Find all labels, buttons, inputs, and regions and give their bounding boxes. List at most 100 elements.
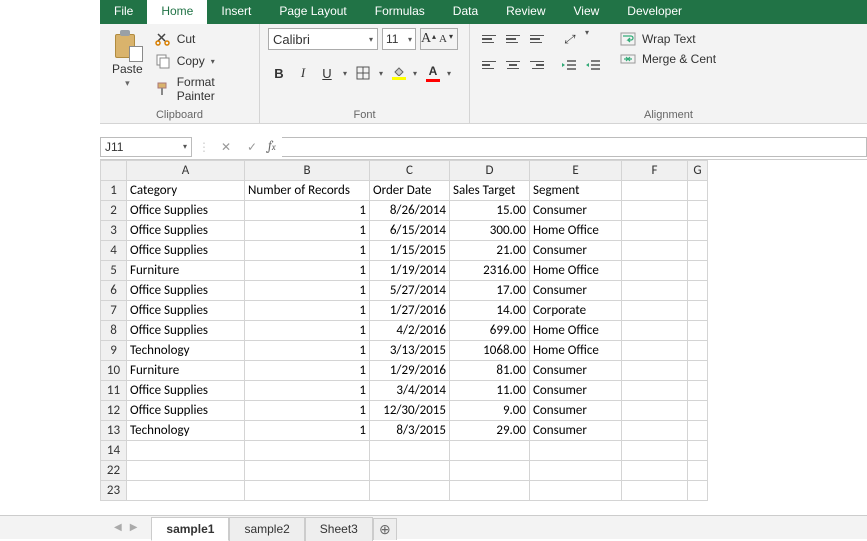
cell[interactable]: 1 (245, 361, 370, 381)
cell[interactable]: Office Supplies (127, 401, 245, 421)
cell[interactable]: 1/19/2014 (370, 261, 450, 281)
cut-button[interactable]: Cut (153, 30, 251, 48)
cell[interactable]: Office Supplies (127, 281, 245, 301)
cell[interactable] (622, 281, 688, 301)
cell[interactable]: Office Supplies (127, 241, 245, 261)
cell[interactable] (622, 461, 688, 481)
cell[interactable]: 1/15/2015 (370, 241, 450, 261)
fx-icon[interactable]: fx (268, 139, 276, 154)
cell[interactable]: 29.00 (450, 421, 530, 441)
row-header[interactable]: 5 (101, 261, 127, 281)
cell[interactable] (127, 481, 245, 501)
merge-center-button[interactable]: Merge & Cent (620, 52, 716, 66)
row-header[interactable]: 4 (101, 241, 127, 261)
cell[interactable] (127, 461, 245, 481)
cell[interactable] (688, 221, 708, 241)
borders-dropdown[interactable]: ▾ (376, 69, 386, 78)
cell[interactable]: Office Supplies (127, 381, 245, 401)
enter-formula-button[interactable]: ✓ (242, 140, 262, 154)
column-header[interactable]: C (370, 161, 450, 181)
row-header[interactable]: 13 (101, 421, 127, 441)
cell[interactable]: 1/27/2016 (370, 301, 450, 321)
decrease-indent-button[interactable] (558, 54, 580, 76)
sheet-nav-next[interactable]: ▶ (130, 522, 138, 533)
cell[interactable] (688, 341, 708, 361)
cell[interactable]: Technology (127, 421, 245, 441)
cell[interactable]: 1 (245, 221, 370, 241)
font-name-select[interactable]: Calibri ▾ (268, 28, 378, 50)
orientation-button[interactable]: ⤢ (558, 28, 580, 50)
cell[interactable]: Number of Records (245, 181, 370, 201)
row-header[interactable]: 1 (101, 181, 127, 201)
column-header[interactable]: D (450, 161, 530, 181)
cell[interactable] (688, 201, 708, 221)
increase-font-size-button[interactable]: A▴ (421, 29, 439, 49)
tab-file[interactable]: File (100, 0, 147, 24)
cell[interactable]: 1/29/2016 (370, 361, 450, 381)
cell[interactable]: 1 (245, 241, 370, 261)
row-header[interactable]: 22 (101, 461, 127, 481)
tab-review[interactable]: Review (492, 0, 559, 24)
cell[interactable]: Office Supplies (127, 201, 245, 221)
row-header[interactable]: 14 (101, 441, 127, 461)
cell[interactable] (688, 361, 708, 381)
row-header[interactable]: 23 (101, 481, 127, 501)
tab-data[interactable]: Data (439, 0, 492, 24)
sheet-tab[interactable]: sample2 (229, 517, 304, 541)
cell[interactable]: 5/27/2014 (370, 281, 450, 301)
cell[interactable] (688, 181, 708, 201)
tab-home[interactable]: Home (147, 0, 207, 24)
align-left-button[interactable] (478, 54, 500, 76)
underline-button[interactable]: U (316, 62, 338, 84)
tab-insert[interactable]: Insert (207, 0, 265, 24)
align-middle-button[interactable] (502, 28, 524, 50)
cell[interactable]: 12/30/2015 (370, 401, 450, 421)
font-color-button[interactable]: A (422, 62, 444, 84)
cell[interactable]: 17.00 (450, 281, 530, 301)
cell[interactable] (688, 441, 708, 461)
column-header[interactable]: E (530, 161, 622, 181)
cell[interactable]: 1 (245, 321, 370, 341)
borders-button[interactable] (352, 62, 374, 84)
cell[interactable] (370, 441, 450, 461)
cell[interactable] (370, 481, 450, 501)
paste-button[interactable]: Paste ▾ (108, 28, 147, 91)
row-header[interactable]: 12 (101, 401, 127, 421)
cell[interactable] (622, 441, 688, 461)
cell[interactable]: Corporate (530, 301, 622, 321)
wrap-text-button[interactable]: Wrap Text (620, 32, 716, 46)
cell[interactable]: Segment (530, 181, 622, 201)
sheet-tab[interactable]: sample1 (151, 517, 229, 541)
cell[interactable] (688, 401, 708, 421)
cell[interactable]: Furniture (127, 361, 245, 381)
cell[interactable]: Office Supplies (127, 221, 245, 241)
formula-input[interactable] (282, 137, 867, 157)
align-bottom-button[interactable] (526, 28, 548, 50)
cell[interactable]: 2316.00 (450, 261, 530, 281)
cell[interactable] (688, 461, 708, 481)
cell[interactable] (622, 361, 688, 381)
tab-view[interactable]: View (560, 0, 614, 24)
fill-color-dropdown[interactable]: ▾ (410, 69, 420, 78)
cell[interactable]: Category (127, 181, 245, 201)
cell[interactable]: 1 (245, 401, 370, 421)
cell[interactable]: 3/13/2015 (370, 341, 450, 361)
cell[interactable] (688, 281, 708, 301)
cell[interactable] (370, 461, 450, 481)
italic-button[interactable]: I (292, 62, 314, 84)
align-top-button[interactable] (478, 28, 500, 50)
column-header[interactable]: F (622, 161, 688, 181)
decrease-font-size-button[interactable]: A▾ (439, 29, 457, 49)
cell[interactable] (622, 321, 688, 341)
cell[interactable] (688, 241, 708, 261)
row-header[interactable]: 11 (101, 381, 127, 401)
row-header[interactable]: 10 (101, 361, 127, 381)
font-size-select[interactable]: 11 ▾ (382, 28, 416, 50)
cell[interactable]: 1068.00 (450, 341, 530, 361)
cell[interactable]: Furniture (127, 261, 245, 281)
cell[interactable] (245, 461, 370, 481)
cell[interactable]: 3/4/2014 (370, 381, 450, 401)
bold-button[interactable]: B (268, 62, 290, 84)
tab-page-layout[interactable]: Page Layout (265, 0, 360, 24)
new-sheet-button[interactable]: ⊕ (373, 518, 397, 540)
